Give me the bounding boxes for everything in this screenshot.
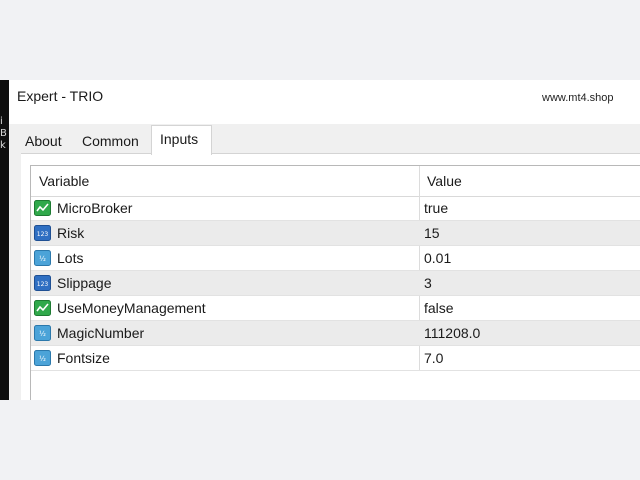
int-icon: 123: [34, 225, 51, 241]
variable-value[interactable]: 15: [424, 221, 440, 246]
variable-name: Risk: [57, 225, 85, 241]
tab-about[interactable]: About: [18, 130, 74, 154]
column-header-variable[interactable]: Variable: [39, 166, 89, 196]
table-row[interactable]: 123 Slippage 3: [31, 271, 640, 296]
table-row[interactable]: ½ MagicNumber 111208.0: [31, 321, 640, 346]
grid-rows: MicroBroker true 123 Risk 15 ½ Lots 0.01: [31, 196, 640, 371]
strip-glyph: i: [0, 116, 3, 127]
table-row[interactable]: 123 Risk 15: [31, 221, 640, 246]
dialog-title: Expert - TRIO: [17, 88, 104, 104]
variable-value[interactable]: true: [424, 196, 448, 221]
table-row[interactable]: ½ Fontsize 7.0: [31, 346, 640, 371]
expert-properties-dialog: Expert - TRIO www.mt4.shop About Common …: [9, 80, 640, 400]
grid-header: Variable Value: [31, 166, 640, 197]
inputs-grid: Variable Value MicroBroker true 123 Risk: [30, 165, 640, 400]
double-icon: ½: [34, 325, 51, 341]
table-row[interactable]: ½ Lots 0.01: [31, 246, 640, 271]
bool-icon: [34, 300, 51, 316]
table-row[interactable]: MicroBroker true: [31, 196, 640, 221]
int-icon: 123: [34, 275, 51, 291]
svg-text:123: 123: [37, 231, 49, 238]
double-icon: ½: [34, 250, 51, 266]
variable-name: Lots: [57, 250, 84, 266]
svg-text:123: 123: [37, 281, 49, 288]
variable-name: MicroBroker: [57, 200, 133, 216]
variable-value[interactable]: 7.0: [424, 346, 443, 371]
variable-name: MagicNumber: [57, 325, 145, 341]
strip-glyph: B: [0, 128, 7, 139]
tab-inputs[interactable]: Inputs: [151, 125, 212, 155]
variable-value[interactable]: 3: [424, 271, 432, 296]
tab-common[interactable]: Common: [74, 130, 151, 154]
table-row[interactable]: UseMoneyManagement false: [31, 296, 640, 321]
variable-value[interactable]: 111208.0: [424, 321, 480, 346]
svg-text:½: ½: [39, 330, 46, 338]
background-chart-strip: i B k: [0, 80, 9, 400]
strip-glyph: k: [0, 140, 6, 151]
variable-value[interactable]: false: [424, 296, 454, 321]
site-watermark: www.mt4.shop: [542, 92, 614, 104]
bool-icon: [34, 200, 51, 216]
variable-value[interactable]: 0.01: [424, 246, 451, 271]
variable-name: UseMoneyManagement: [57, 300, 206, 316]
svg-text:½: ½: [39, 255, 46, 263]
variable-name: Fontsize: [57, 350, 110, 366]
variable-name: Slippage: [57, 275, 112, 291]
double-icon: ½: [34, 350, 51, 366]
column-header-value[interactable]: Value: [427, 166, 462, 196]
svg-text:½: ½: [39, 355, 46, 363]
